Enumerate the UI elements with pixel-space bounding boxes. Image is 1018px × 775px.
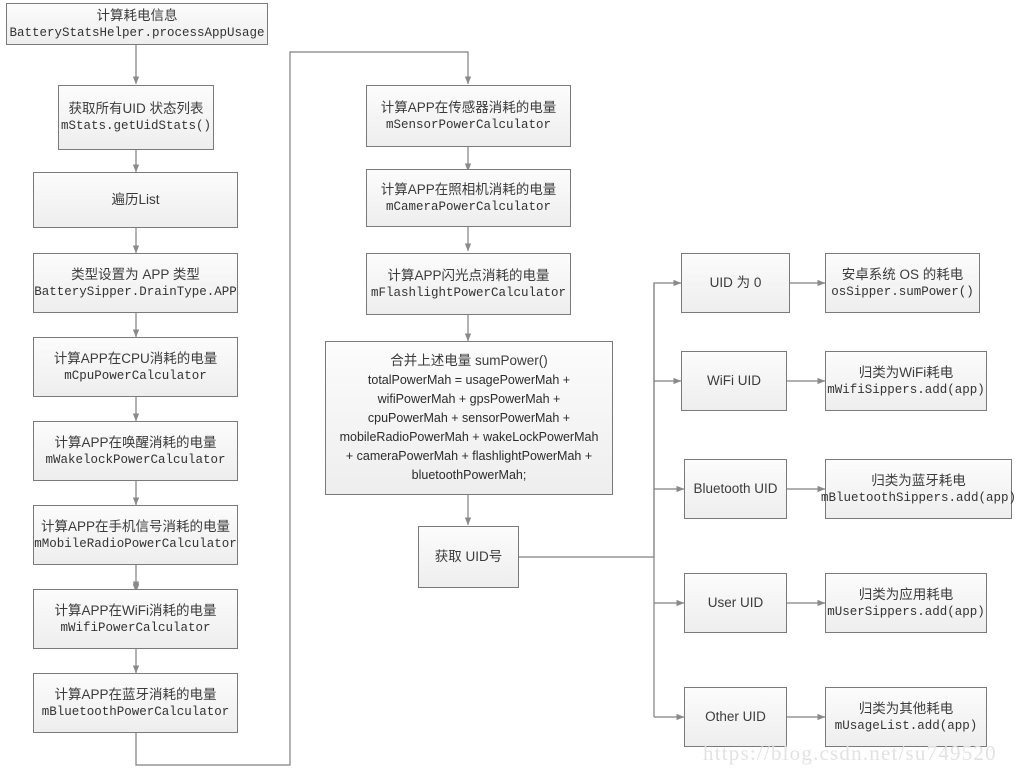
node-drain-type[interactable]: 类型设置为 APP 类型 BatterySipper.DrainType.APP	[33, 253, 238, 313]
node-uid-user-title: User UID	[707, 595, 764, 611]
node-flashlight-power-code: mFlashlightPowerCalculator	[370, 285, 567, 300]
node-bluetooth-power-code: mBluetoothPowerCalculator	[41, 704, 230, 719]
node-result-user[interactable]: 归类为应用耗电 mUserSippers.add(app)	[825, 573, 987, 633]
node-result-other-code: mUsageList.add(app)	[834, 718, 978, 733]
node-sum-power-line-3: cpuPowerMah + sensorPowerMah +	[367, 411, 571, 426]
node-uid-other[interactable]: Other UID	[684, 687, 787, 747]
node-result-wifi-code: mWifiSippers.add(app)	[827, 382, 985, 397]
flowchart-canvas: 计算耗电信息 BatteryStatsHelper.processAppUsag…	[0, 0, 1018, 775]
node-loop-list[interactable]: 遍历List	[33, 172, 238, 228]
node-loop-list-title: 遍历List	[111, 192, 160, 208]
node-uid-user[interactable]: User UID	[684, 573, 787, 633]
node-flashlight-power[interactable]: 计算APP闪光点消耗的电量 mFlashlightPowerCalculator	[366, 253, 571, 315]
node-result-os-code: osSipper.sumPower()	[831, 284, 974, 299]
node-uid-bluetooth-title: Bluetooth UID	[693, 481, 778, 497]
node-drain-type-title: 类型设置为 APP 类型	[71, 266, 200, 282]
node-mobile-radio-power-code: mMobileRadioPowerCalculator	[34, 536, 237, 551]
node-sensor-power[interactable]: 计算APP在传感器消耗的电量 mSensorPowerCalculator	[366, 85, 571, 147]
node-result-bluetooth-title: 归类为蓝牙耗电	[871, 472, 966, 488]
node-wifi-power-code: mWifiPowerCalculator	[60, 620, 211, 635]
node-result-os-title: 安卓系统 OS 的耗电	[841, 266, 964, 282]
node-cpu-power-title: 计算APP在CPU消耗的电量	[53, 350, 218, 366]
node-cpu-power-code: mCpuPowerCalculator	[64, 368, 207, 383]
node-wakelock-power[interactable]: 计算APP在唤醒消耗的电量 mWakelockPowerCalculator	[33, 421, 238, 481]
node-wifi-power[interactable]: 计算APP在WiFi消耗的电量 mWifiPowerCalculator	[33, 589, 238, 649]
node-drain-type-code: BatterySipper.DrainType.APP	[34, 284, 237, 299]
node-result-wifi[interactable]: 归类为WiFi耗电 mWifiSippers.add(app)	[825, 351, 987, 411]
node-wakelock-power-code: mWakelockPowerCalculator	[45, 452, 226, 467]
node-sum-power-line-2: wifiPowerMah + gpsPowerMah +	[377, 392, 561, 407]
node-wifi-power-title: 计算APP在WiFi消耗的电量	[54, 602, 217, 618]
node-bluetooth-power[interactable]: 计算APP在蓝牙消耗的电量 mBluetoothPowerCalculator	[33, 673, 238, 733]
node-uid-other-title: Other UID	[705, 709, 766, 725]
node-wakelock-power-title: 计算APP在唤醒消耗的电量	[54, 434, 217, 450]
node-result-os[interactable]: 安卓系统 OS 的耗电 osSipper.sumPower()	[825, 253, 980, 313]
node-result-other-title: 归类为其他耗电	[858, 700, 954, 716]
node-uid-zero[interactable]: UID 为 0	[681, 253, 790, 313]
node-flashlight-power-title: 计算APP闪光点消耗的电量	[387, 267, 550, 283]
node-result-wifi-title: 归类为WiFi耗电	[858, 364, 954, 380]
node-entry-code: BatteryStatsHelper.processAppUsage	[9, 25, 265, 40]
node-sensor-power-title: 计算APP在传感器消耗的电量	[380, 99, 557, 115]
watermark-text: https://blog.csdn.net/su749520	[703, 741, 997, 765]
node-uid-stats-code: mStats.getUidStats()	[60, 119, 212, 134]
node-sum-power-line-1: totalPowerMah = usagePowerMah +	[367, 373, 571, 388]
node-entry-title: 计算耗电信息	[96, 7, 178, 23]
node-entry[interactable]: 计算耗电信息 BatteryStatsHelper.processAppUsag…	[6, 3, 268, 45]
node-result-bluetooth-code: mBluetoothSippers.add(app)	[820, 490, 1017, 505]
node-uid-wifi-title: WiFi UID	[707, 373, 761, 389]
node-get-uid-title: 获取 UID号	[434, 549, 503, 565]
node-uid-bluetooth[interactable]: Bluetooth UID	[684, 459, 787, 519]
node-camera-power[interactable]: 计算APP在照相机消耗的电量 mCameraPowerCalculator	[366, 169, 571, 227]
node-sum-power-line-5: + cameraPowerMah + flashlightPowerMah +	[345, 449, 593, 464]
node-result-other[interactable]: 归类为其他耗电 mUsageList.add(app)	[825, 687, 987, 747]
node-uid-zero-title: UID 为 0	[709, 275, 762, 291]
node-sum-power-line-6: bluetoothPowerMah;	[411, 468, 527, 483]
node-mobile-radio-power-title: 计算APP在手机信号消耗的电量	[40, 518, 230, 534]
node-mobile-radio-power[interactable]: 计算APP在手机信号消耗的电量 mMobileRadioPowerCalcula…	[33, 505, 238, 565]
node-sum-power-title: 合并上述电量 sumPower()	[390, 352, 548, 368]
node-cpu-power[interactable]: 计算APP在CPU消耗的电量 mCpuPowerCalculator	[33, 337, 238, 397]
node-uid-stats[interactable]: 获取所有UID 状态列表 mStats.getUidStats()	[58, 85, 214, 150]
node-sum-power-line-4: mobileRadioPowerMah + wakeLockPowerMah	[339, 430, 599, 445]
node-result-user-code: mUserSippers.add(app)	[827, 604, 985, 619]
node-camera-power-title: 计算APP在照相机消耗的电量	[380, 181, 557, 197]
node-sum-power[interactable]: 合并上述电量 sumPower() totalPowerMah = usageP…	[325, 341, 613, 495]
node-result-user-title: 归类为应用耗电	[858, 586, 954, 602]
node-bluetooth-power-title: 计算APP在蓝牙消耗的电量	[54, 686, 217, 702]
node-get-uid[interactable]: 获取 UID号	[418, 526, 519, 588]
node-uid-wifi[interactable]: WiFi UID	[681, 351, 787, 411]
node-result-bluetooth[interactable]: 归类为蓝牙耗电 mBluetoothSippers.add(app)	[821, 459, 1016, 519]
node-sensor-power-code: mSensorPowerCalculator	[385, 117, 552, 132]
node-uid-stats-title: 获取所有UID 状态列表	[68, 101, 204, 117]
node-camera-power-code: mCameraPowerCalculator	[385, 199, 552, 214]
